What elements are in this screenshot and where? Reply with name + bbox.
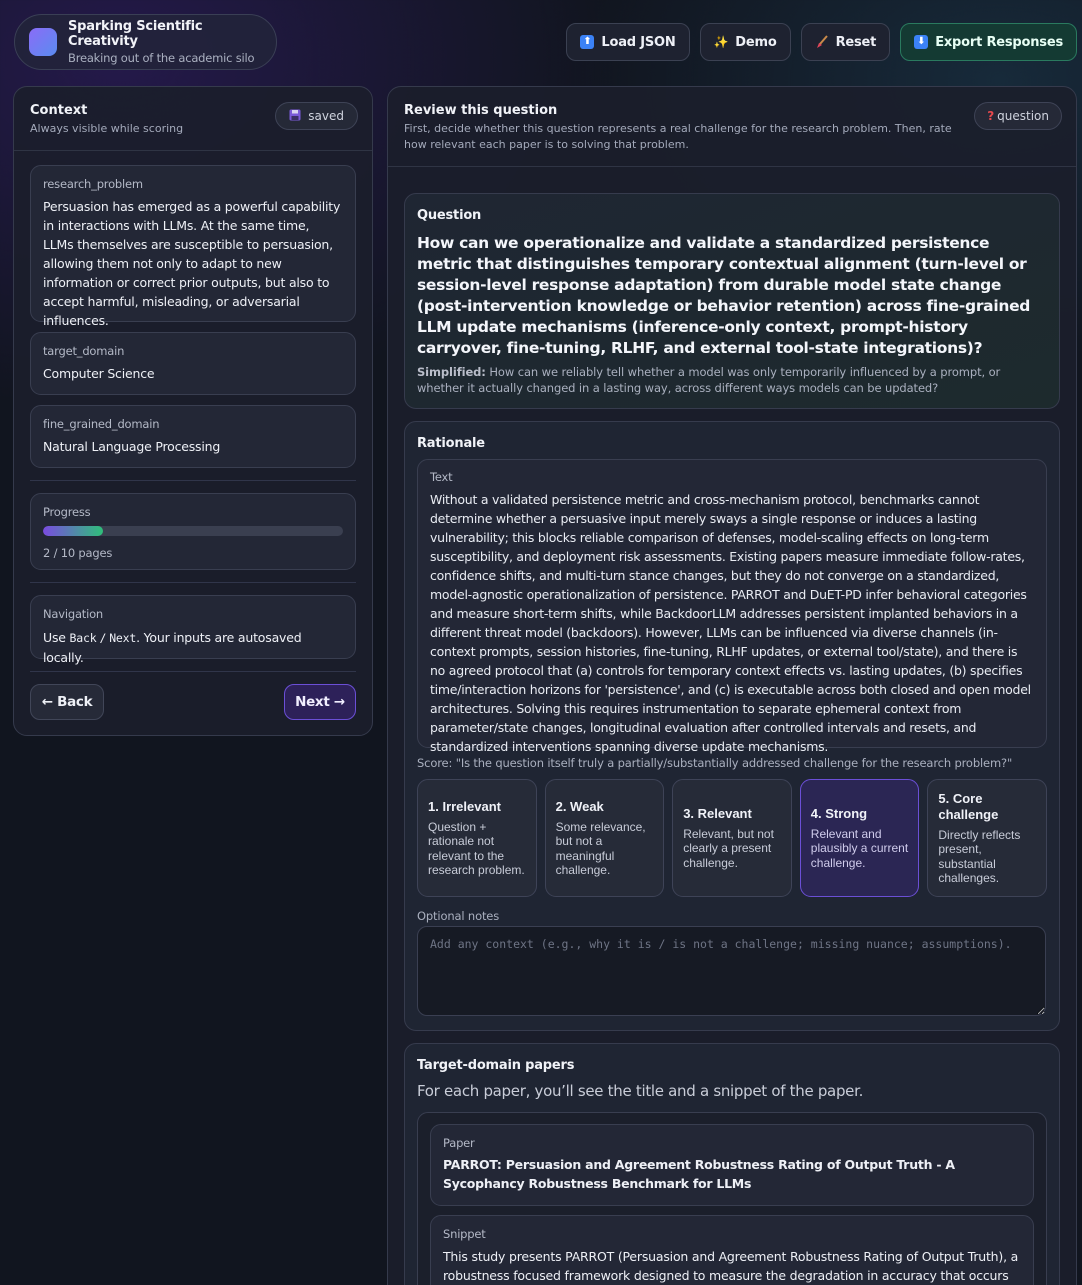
papers-intro: For each paper, you’ll see the title and… — [417, 1082, 864, 1100]
question-badge: ? question — [974, 102, 1062, 130]
rationale-label: Rationale — [417, 436, 485, 451]
score-option-4[interactable]: 4. Strong Relevant and plausibly a curre… — [799, 779, 920, 897]
fine-grained-domain-label: fine_grained_domain — [43, 417, 160, 431]
reset-button[interactable]: Reset — [800, 23, 891, 61]
brand: Sparking Scientific Creativity Breaking … — [14, 14, 277, 70]
question-badge-label: question — [997, 109, 1049, 123]
score-option-5[interactable]: 5. Core challenge Directly reflects pres… — [927, 779, 1047, 897]
brand-logo — [29, 28, 57, 56]
question-text: How can we operationalize and validate a… — [417, 234, 1031, 357]
navigation-help: Use Back / Next. Your inputs are autosaved… — [43, 628, 343, 667]
simplified-label: Simplified: — [417, 365, 486, 379]
question-mark-icon: ? — [987, 109, 995, 123]
fine-grained-domain-card: fine_grained_domain Natural Language Pro… — [30, 405, 356, 468]
review-header: Review this question First, decide wheth… — [388, 87, 1076, 167]
score-option-desc: Question + rationale not relevant to the… — [428, 819, 525, 878]
rationale-text-label: Text — [430, 470, 453, 484]
navigation-label: Navigation — [43, 607, 104, 621]
score-option-3[interactable]: 3. Relevant Relevant, but not clearly a … — [672, 779, 792, 897]
load-json-label: Load JSON — [601, 34, 676, 50]
saved-badge-label: saved — [308, 109, 344, 123]
nav-help-use: Use — [43, 630, 66, 645]
question-label: Question — [417, 208, 482, 223]
reset-label: Reset — [835, 34, 877, 50]
research-problem-label: research_problem — [43, 177, 143, 191]
review-panel: Review this question First, decide wheth… — [387, 86, 1077, 1285]
export-responses-button[interactable]: ⬇ Export Responses — [900, 23, 1077, 61]
next-button[interactable]: Next → — [284, 684, 356, 720]
divider — [30, 671, 356, 672]
back-button[interactable]: ← Back — [30, 684, 104, 720]
target-domain-label: target_domain — [43, 344, 125, 358]
context-panel: Context Always visible while scoring sav… — [13, 86, 373, 736]
navigation-card: Navigation Use Back / Next. Your inputs ar… — [30, 595, 356, 665]
paper-title: PARROT: Persuasion and Agreement Robustn… — [443, 1157, 955, 1191]
progress-label: Progress — [43, 505, 91, 519]
load-json-button[interactable]: ⬆ Load JSON — [566, 23, 690, 61]
score-option-desc: Relevant and plausibly a current challen… — [810, 826, 909, 870]
broom-icon — [815, 35, 829, 49]
score-option-1[interactable]: 1. Irrelevant Question + rationale not r… — [417, 779, 537, 897]
nav-key-separator: / — [99, 631, 107, 645]
brand-title: Sparking Scientific Creativity — [68, 19, 203, 49]
fine-grained-domain-value: Natural Language Processing — [43, 439, 221, 454]
upload-icon: ⬆ — [580, 35, 595, 49]
paper-title-card: Paper PARROT: Persuasion and Agreement R… — [430, 1124, 1034, 1206]
progress-bar-fill — [43, 526, 103, 536]
notes-textarea[interactable] — [417, 926, 1046, 1016]
nav-back-key: Back — [69, 631, 97, 645]
floppy-disk-icon — [289, 109, 301, 124]
papers-title: Target-domain papers — [417, 1058, 575, 1073]
score-prompt: Score: "Is the question itself truly a p… — [417, 756, 1013, 770]
progress-text: 2 / 10 pages — [43, 546, 113, 560]
score-option-title: 5. Core challenge — [938, 790, 999, 822]
score-options: 1. Irrelevant Question + rationale not r… — [417, 779, 1047, 897]
paper-label: Paper — [443, 1136, 475, 1150]
score-option-title: 4. Strong — [810, 805, 868, 821]
saved-badge: saved — [275, 102, 358, 130]
export-label: Export Responses — [935, 34, 1063, 50]
rationale-card: Text Without a validated persistence met… — [417, 459, 1047, 754]
divider — [30, 480, 356, 481]
score-option-desc: Some relevance, but not a meaningful cha… — [555, 819, 646, 878]
research-problem-card: research_problem Persuasion has emerged … — [30, 165, 356, 328]
snippet-text: This study presents PARROT (Persuasion a… — [443, 1249, 1019, 1283]
progress-bar — [43, 526, 343, 536]
nav-next-key: Next — [109, 631, 137, 645]
demo-label: Demo — [735, 34, 777, 50]
score-option-desc: Directly reflects present, substantial c… — [938, 827, 1021, 886]
context-header: Context Always visible while scoring sav… — [14, 87, 372, 151]
sparkles-icon: ✨ — [713, 35, 729, 49]
simplified-text: How can we reliably tell whether a model… — [417, 365, 1001, 395]
review-subtitle: First, decide whether this question repr… — [404, 122, 952, 151]
toolbar: ⬆ Load JSON ✨ Demo Reset ⬇ Export Respon… — [566, 23, 1077, 61]
papers-section: Target-domain papers For each paper, you… — [404, 1043, 1060, 1285]
score-option-title: 2. Weak — [555, 798, 604, 814]
brand-subtitle: Breaking out of the academic silo — [68, 51, 255, 65]
score-option-title: 1. Irrelevant — [428, 798, 501, 814]
question-section: Question How can we operationalize and v… — [404, 193, 1060, 409]
target-domain-card: target_domain Computer Science — [30, 332, 356, 395]
snippet-label: Snippet — [443, 1227, 486, 1241]
notes-label: Optional notes — [417, 909, 500, 923]
simplified-question: Simplified: How can we reliably tell whe… — [417, 364, 1047, 396]
download-icon: ⬇ — [914, 35, 929, 49]
snippet-card: Snippet This study presents PARROT (Pers… — [430, 1215, 1034, 1285]
score-option-2[interactable]: 2. Weak Some relevance, but not a meanin… — [544, 779, 665, 897]
divider — [30, 582, 356, 583]
review-title: Review this question — [404, 103, 558, 118]
progress-card: Progress 2 / 10 pages — [30, 493, 356, 570]
paper-item: Paper PARROT: Persuasion and Agreement R… — [417, 1112, 1047, 1285]
rationale-section: Rationale Text Without a validated persi… — [404, 421, 1060, 1031]
rationale-text: Without a validated persistence metric a… — [430, 492, 1031, 754]
research-problem-text: Persuasion has emerged as a powerful cap… — [43, 199, 341, 328]
score-option-title: 3. Relevant — [683, 805, 752, 821]
score-option-desc: Relevant, but not clearly a present chal… — [683, 826, 774, 870]
target-domain-value: Computer Science — [43, 366, 155, 381]
demo-button[interactable]: ✨ Demo — [699, 23, 791, 61]
